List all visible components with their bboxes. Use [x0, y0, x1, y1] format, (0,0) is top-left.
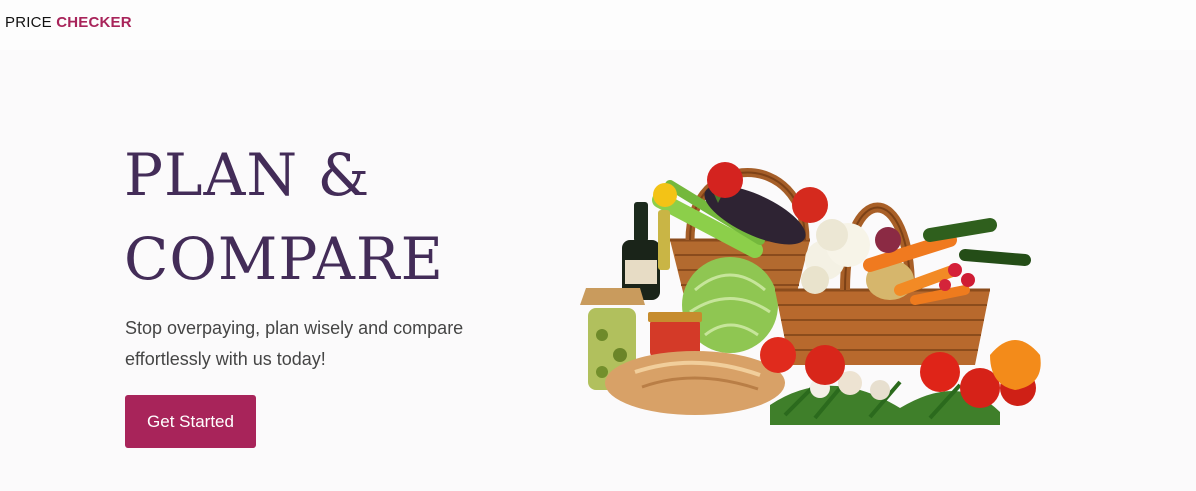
get-started-button[interactable]: Get Started: [125, 395, 256, 448]
hero-subtitle-line-1: Stop overpaying, plan wisely and compare: [125, 318, 464, 338]
bread-loaf: [605, 351, 785, 415]
hero-title: PLAN & COMPARE: [124, 133, 444, 301]
wine-bottle: [622, 202, 670, 300]
hero-subtitle: Stop overpaying, plan wisely and compare…: [125, 313, 545, 375]
brand-accent-text: CHECKER: [56, 14, 132, 31]
hero-title-line-2: COMPARE: [124, 225, 444, 293]
hero-title-line-1: PLAN &: [124, 141, 371, 209]
brand-primary-text: PRICE: [5, 14, 52, 31]
brand-logo-link[interactable]: PRICE CHECKER: [5, 14, 132, 31]
hero-subtitle-line-2: effortlessly with us today!: [125, 349, 326, 369]
cauliflower: [801, 219, 870, 294]
top-bar: PRICE CHECKER: [0, 0, 1196, 50]
groceries-basket-image: [580, 162, 1041, 425]
